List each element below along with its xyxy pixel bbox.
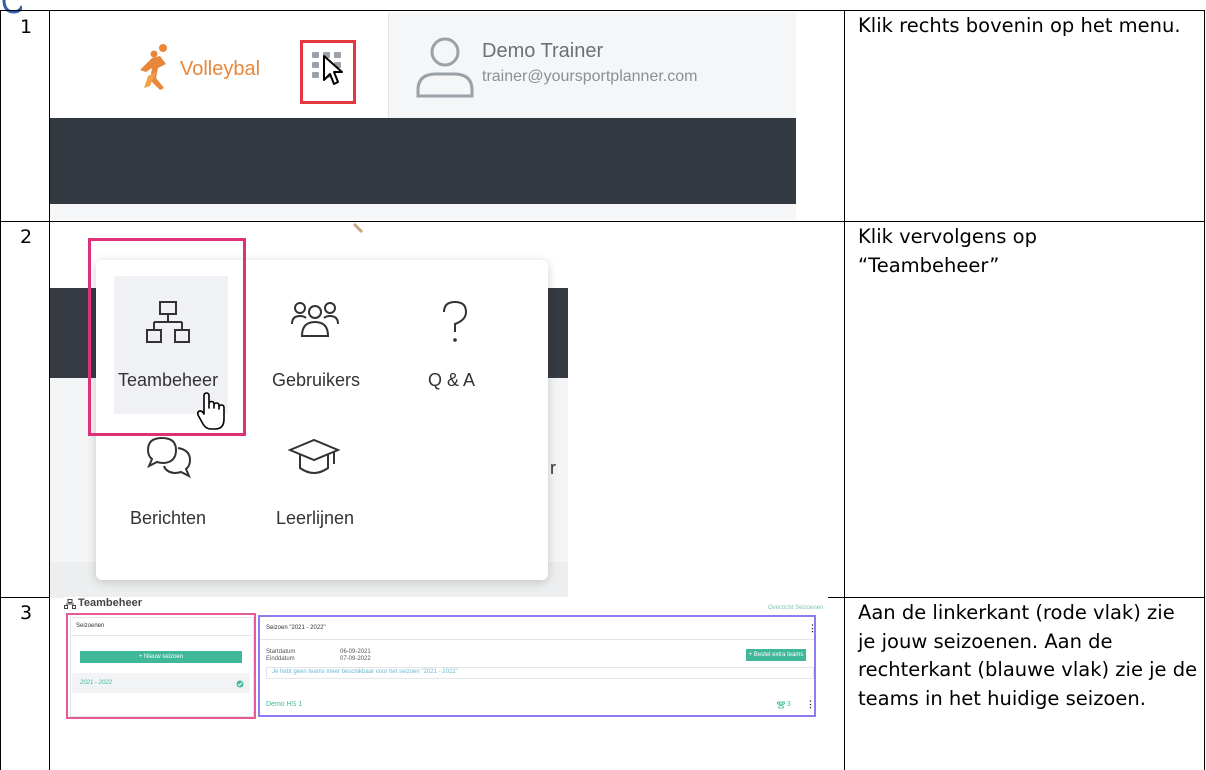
order-extra-teams-button[interactable]: + Bestel extra teams xyxy=(746,649,806,661)
user-avatar-icon xyxy=(416,37,474,98)
divider xyxy=(260,639,814,640)
teams-area-highlight xyxy=(258,615,816,717)
heading-fragment xyxy=(2,0,22,14)
graduation-cap-icon[interactable] xyxy=(288,436,340,480)
kebab-menu-icon[interactable]: ⋮ xyxy=(806,699,815,710)
sitemap-icon xyxy=(64,599,76,609)
seasons-header: Seizoenen xyxy=(76,623,105,629)
notice-text: Je hebt geen teams meer beschikbaar voor… xyxy=(272,669,458,675)
user-name: Demo Trainer xyxy=(482,40,604,62)
menu-item-berichten[interactable]: Berichten xyxy=(130,508,206,529)
kebab-menu-icon[interactable]: ⋮ xyxy=(808,623,817,634)
season-detail-title: Seizoen "2021 - 2022" xyxy=(266,625,326,631)
menu-item-qa[interactable]: Q & A xyxy=(428,370,475,391)
volleyball-player-icon xyxy=(140,44,167,90)
question-icon[interactable] xyxy=(440,300,470,346)
chat-icon[interactable] xyxy=(144,436,194,480)
end-date-value: 07-09-2022 xyxy=(340,656,371,662)
divider xyxy=(70,635,252,636)
step-number: 3 xyxy=(20,602,33,624)
seasons-card xyxy=(70,617,254,717)
menu-item-gebruikers[interactable]: Gebruikers xyxy=(272,370,360,391)
step3-screenshot: Teambeheer Overzicht Seizoenen Seizoenen… xyxy=(64,597,828,725)
user-email: trainer@yoursportplanner.com xyxy=(482,68,698,85)
end-date-label: Einddatum xyxy=(266,656,295,662)
check-circle-icon xyxy=(236,680,244,688)
new-season-button[interactable]: + Nieuw seizoen xyxy=(80,651,242,663)
start-date-label: Startdatum xyxy=(266,649,296,655)
overview-seasons-link[interactable]: Overzicht Seizoenen xyxy=(768,605,823,611)
background-text-fragment: r xyxy=(550,458,556,478)
users-icon[interactable] xyxy=(290,300,340,344)
step-number: 2 xyxy=(20,226,33,248)
team-count: 3 xyxy=(787,701,791,708)
highlight-box xyxy=(88,238,246,436)
team-name[interactable]: Demo HS 1 xyxy=(266,701,302,708)
season-item-label: 2021 - 2022 xyxy=(80,680,113,686)
users-icon xyxy=(776,701,786,709)
step-instruction: Klik vervolgens op “Teambeheer” xyxy=(858,225,1037,277)
highlight-box xyxy=(300,40,356,104)
start-date-value: 06-09-2021 xyxy=(340,649,371,655)
step-instruction: Klik rechts bovenin op het menu. xyxy=(858,14,1181,37)
step-number: 1 xyxy=(20,16,33,38)
brand-name: Volleybal xyxy=(180,58,261,80)
background-fragment-icon xyxy=(352,222,364,234)
page-title: Teambeheer xyxy=(78,597,142,609)
step-instruction: Aan de linkerkant (rode vlak) zie je jou… xyxy=(858,601,1198,710)
menu-item-leerlijnen[interactable]: Leerlijnen xyxy=(276,508,354,529)
step2-screenshot: Teambeheer Gebruikers Q & A Berichten Le… xyxy=(50,222,568,598)
step1-screenshot: Volleybal Demo Trainer trainer@yoursport… xyxy=(50,12,796,220)
